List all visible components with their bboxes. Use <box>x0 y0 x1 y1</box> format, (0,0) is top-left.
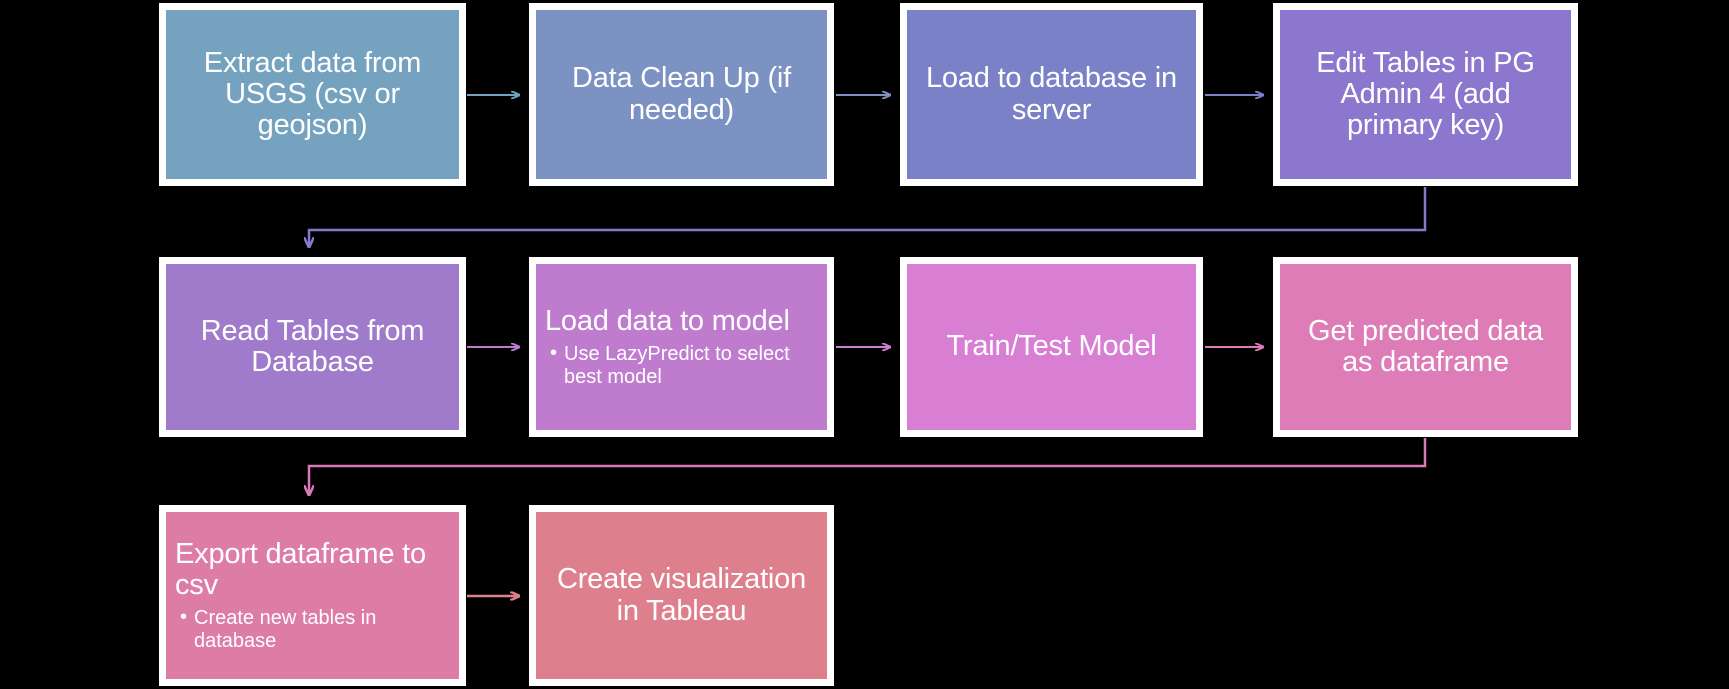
node-data-clean-up[interactable]: Data Clean Up (if needed) <box>529 3 834 186</box>
node-title: Read Tables from Database <box>200 314 425 378</box>
node-extract-data[interactable]: Extract data from USGS (csv or geojson) <box>159 3 466 186</box>
node-bullet-item: Use LazyPredict to select best model <box>550 342 818 388</box>
node-title: Load to database in server <box>926 62 1177 126</box>
flowchart-canvas: Extract data from USGS (csv or geojson) … <box>0 0 1729 689</box>
node-bullet-list: Use LazyPredict to select best model <box>536 342 827 388</box>
node-read-tables[interactable]: Read Tables from Database <box>159 257 466 437</box>
node-title: Train/Test Model <box>946 330 1157 363</box>
node-title: Get predicted data as dataframe <box>1308 314 1543 378</box>
node-train-test-model[interactable]: Train/Test Model <box>900 257 1203 437</box>
node-create-visualization[interactable]: Create visualization in Tableau <box>529 505 834 686</box>
node-export-dataframe[interactable]: Export dataframe to csv Create new table… <box>159 505 466 686</box>
node-title: Extract data from USGS (csv or geojson) <box>203 46 422 141</box>
node-title: Data Clean Up (if needed) <box>571 62 792 126</box>
node-load-data-to-model[interactable]: Load data to model Use LazyPredict to se… <box>529 257 834 437</box>
node-get-predicted-data[interactable]: Get predicted data as dataframe <box>1273 257 1578 437</box>
node-title: Export dataframe to csv <box>175 538 426 602</box>
arrow-predicted-to-export <box>309 438 1427 494</box>
node-edit-tables-pgadmin[interactable]: Edit Tables in PG Admin 4 (add primary k… <box>1273 3 1578 186</box>
node-load-to-database[interactable]: Load to database in server <box>900 3 1203 186</box>
node-title: Load data to model <box>545 305 790 338</box>
node-title: Create visualization in Tableau <box>556 563 807 627</box>
node-bullet-list: Create new tables in database <box>166 606 459 652</box>
node-title: Edit Tables in PG Admin 4 (add primary k… <box>1316 46 1535 141</box>
arrow-edit-to-read <box>309 187 1427 246</box>
node-bullet-item: Create new tables in database <box>180 606 450 652</box>
